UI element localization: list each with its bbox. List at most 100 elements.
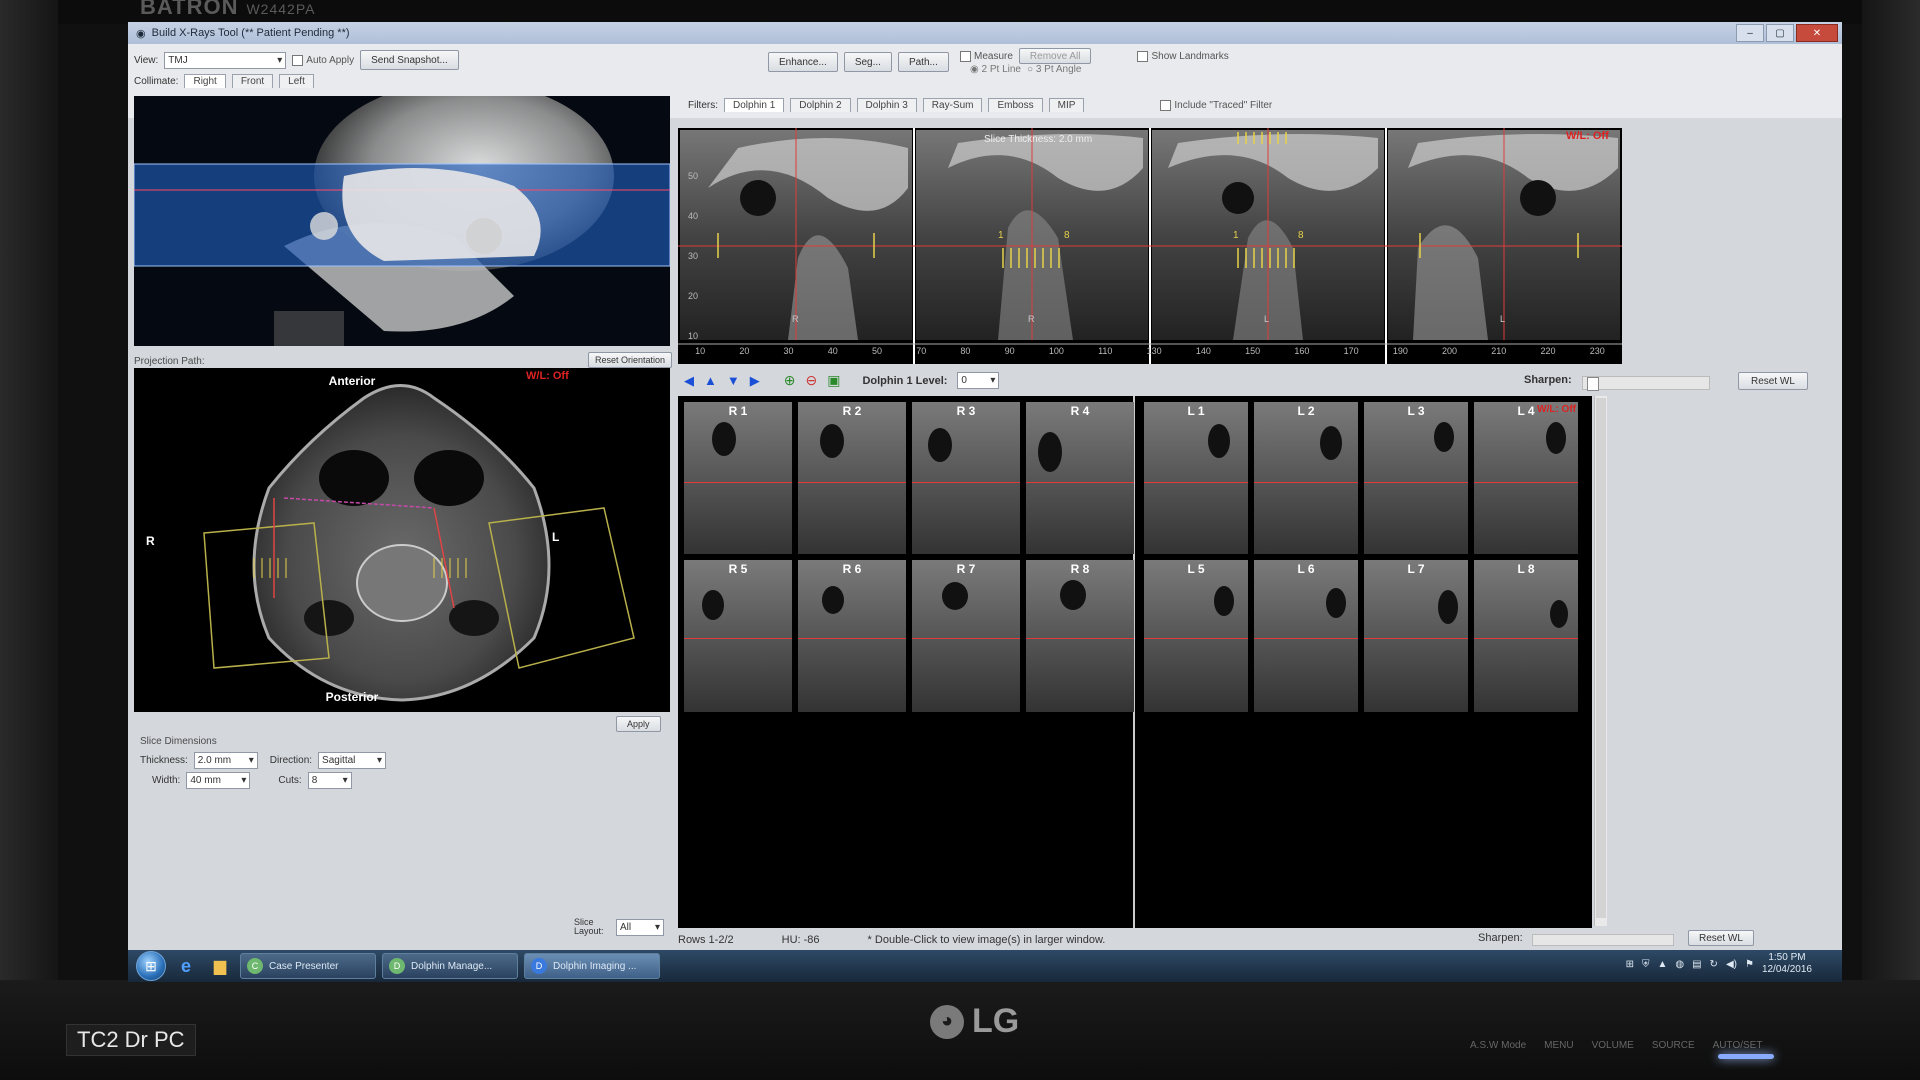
flag-icon[interactable]: ⚑ <box>1745 959 1754 970</box>
width-select[interactable]: 40 mm ▾ <box>186 772 251 789</box>
thumbnail-l2[interactable]: L 2 <box>1254 402 1358 554</box>
measure-row: Measure Remove All Show Landmarks <box>960 48 1229 64</box>
thumbnail-label: L 1 <box>1187 404 1205 418</box>
right-side-marker: R <box>146 534 155 548</box>
thumbnail-r1[interactable]: R 1 <box>684 402 792 554</box>
window-titlebar[interactable]: ◉ Build X-Rays Tool (** Patient Pending … <box>128 22 1842 44</box>
filter-tab-dolphin-1[interactable]: Dolphin 1 <box>724 98 785 112</box>
taskbar-case-presenter[interactable]: C Case Presenter <box>240 953 376 979</box>
send-snapshot-button[interactable]: Send Snapshot... <box>360 50 459 70</box>
apply-button[interactable]: Apply <box>616 716 661 732</box>
filter-tab-dolphin-3[interactable]: Dolphin 3 <box>856 98 917 112</box>
thumbnail-l7[interactable]: L 7 <box>1364 560 1468 712</box>
show-landmarks-checkbox[interactable]: Show Landmarks <box>1137 50 1229 62</box>
lg-logo-icon: ◕ <box>930 1004 964 1039</box>
status-hint: * Double-Click to view image(s) in large… <box>867 934 1106 946</box>
scrollbar-thumb[interactable] <box>1596 398 1606 918</box>
skull-3d-view[interactable] <box>134 96 670 346</box>
seg-button[interactable]: Seg... <box>843 52 892 72</box>
thumbnail-l1[interactable]: L 1 <box>1144 402 1248 554</box>
alert-icon[interactable]: ▲ <box>1657 959 1667 970</box>
filter-tab-dolphin-2[interactable]: Dolphin 2 <box>790 98 851 112</box>
filter-tab-mip[interactable]: MIP <box>1048 98 1085 112</box>
slice-layout-select[interactable]: All ▾ <box>616 918 664 936</box>
maximize-button[interactable]: ▢ <box>1766 24 1794 42</box>
left-thumbnails: L 1 L 2 L 3 L 4 W/L: Off L 5 L 6 L 7 L 8 <box>1144 402 1578 712</box>
sharpen-slider[interactable] <box>1582 376 1710 391</box>
collimate-tab-left[interactable]: Left <box>279 74 314 88</box>
filter-tab-emboss[interactable]: Emboss <box>988 98 1043 112</box>
wl-off-badge: W/L: Off <box>1566 130 1609 142</box>
two-pt-line-radio[interactable]: ◉ 2 Pt Line <box>970 64 1021 75</box>
arrow-up-icon[interactable]: ▲ <box>704 373 717 388</box>
level-select[interactable]: 0 ▾ <box>957 372 1000 389</box>
axial-view[interactable]: Anterior Posterior R L W/L: Off <box>134 368 670 712</box>
taskbar-dolphin-manager[interactable]: D Dolphin Manage... <box>382 953 518 979</box>
reset-orientation-button[interactable]: Reset Orientation <box>588 352 673 368</box>
arrow-right-icon[interactable]: ▶ <box>750 373 760 389</box>
three-pt-angle-radio[interactable]: ○ 3 Pt Angle <box>1027 64 1081 75</box>
x-tick: 230 <box>1589 346 1605 356</box>
thumbnail-l3[interactable]: L 3 <box>1364 402 1468 554</box>
x-tick: 210 <box>1491 346 1507 356</box>
thumbnail-r3[interactable]: R 3 <box>912 402 1020 554</box>
clock[interactable]: 1:50 PM 12/04/2016 <box>1762 952 1812 976</box>
filter-tab-ray-sum[interactable]: Ray-Sum <box>922 98 983 112</box>
shield-icon[interactable]: ⛨ <box>1642 959 1650 970</box>
monitor-button-menu[interactable]: MENU <box>1544 1040 1573 1051</box>
thumbnail-r4[interactable]: R 4 <box>1026 402 1134 554</box>
network-icon[interactable]: ▤ <box>1692 959 1701 970</box>
thumbnail-r5[interactable]: R 5 <box>684 560 792 712</box>
zoom-in-icon[interactable]: ⊕ <box>784 372 796 389</box>
thumbnail-r2[interactable]: R 2 <box>798 402 906 554</box>
thumbnail-l5[interactable]: L 5 <box>1144 560 1248 712</box>
thumbnail-label: L 5 <box>1187 562 1205 576</box>
arrow-down-icon[interactable]: ▼ <box>727 373 740 388</box>
thickness-select[interactable]: 2.0 mm ▾ <box>193 752 258 769</box>
internet-explorer-icon[interactable]: e <box>172 954 200 978</box>
dolphin-manager-icon: D <box>389 958 405 974</box>
thumbnail-l4[interactable]: L 4 W/L: Off <box>1474 402 1578 554</box>
measure-mode-row: ◉ 2 Pt Line ○ 3 Pt Angle <box>970 64 1081 75</box>
path-button[interactable]: Path... <box>897 52 949 72</box>
folder-icon[interactable]: ▆ <box>206 954 234 978</box>
collimate-tab-front[interactable]: Front <box>231 74 274 88</box>
windows-flag-icon[interactable]: ⊞ <box>1626 959 1634 970</box>
include-traced-checkbox[interactable]: Include "Traced" Filter <box>1160 99 1272 111</box>
view-select[interactable]: TMJ ▾ <box>164 51 287 69</box>
zoom-out-icon[interactable]: ⊖ <box>805 372 817 389</box>
status-sharpen-slider[interactable] <box>1532 934 1674 946</box>
thumbnail-r7[interactable]: R 7 <box>912 560 1020 712</box>
reset-wl-button[interactable]: Reset WL <box>1738 372 1808 390</box>
monitor-button-mode[interactable]: A.S.W Mode <box>1470 1040 1526 1051</box>
taskbar-dolphin-imaging[interactable]: D Dolphin Imaging ... <box>524 953 660 979</box>
globe-icon[interactable]: ◍ <box>1675 959 1684 970</box>
remove-all-button[interactable]: Remove All <box>1018 48 1092 64</box>
thumbnail-l6[interactable]: L 6 <box>1254 560 1358 712</box>
auto-apply-checkbox[interactable]: Auto Apply <box>292 54 354 66</box>
close-button[interactable]: ✕ <box>1796 24 1838 42</box>
measure-checkbox[interactable]: Measure <box>960 50 1013 62</box>
sync-icon[interactable]: ↻ <box>1710 959 1718 970</box>
monitor-button-source[interactable]: SOURCE <box>1652 1040 1695 1051</box>
thumbnail-r6[interactable]: R 6 <box>798 560 906 712</box>
fit-window-icon[interactable]: ▣ <box>827 372 840 389</box>
slider-thumb[interactable] <box>1587 377 1599 391</box>
cuts-select[interactable]: 8 ▾ <box>307 772 352 789</box>
direction-select[interactable]: Sagittal ▾ <box>318 752 387 769</box>
collimate-tab-right[interactable]: Right <box>184 74 226 88</box>
arrow-left-icon[interactable]: ◀ <box>684 373 694 389</box>
status-reset-wl-button[interactable]: Reset WL <box>1688 930 1754 946</box>
start-button[interactable]: ⊞ <box>136 951 166 981</box>
volume-icon[interactable]: ◀) <box>1726 959 1737 970</box>
minimize-button[interactable]: – <box>1736 24 1764 42</box>
thumbnail-r8[interactable]: R 8 <box>1026 560 1134 712</box>
sagittal-strip[interactable]: Slice Thickness: 2.0 mm W/L: Off 50 40 3… <box>678 128 1622 364</box>
thumbnail-label: R 2 <box>842 404 862 418</box>
thumbnail-scrollbar[interactable] <box>1594 396 1607 926</box>
monitor-button-auto[interactable]: AUTO/SET <box>1713 1040 1763 1051</box>
enhance-button[interactable]: Enhance... <box>768 52 838 72</box>
monitor-button-volume[interactable]: VOLUME <box>1592 1040 1634 1051</box>
slice-layout-row: Slice Layout: All ▾ <box>574 918 664 936</box>
thumbnail-l8[interactable]: L 8 <box>1474 560 1578 712</box>
